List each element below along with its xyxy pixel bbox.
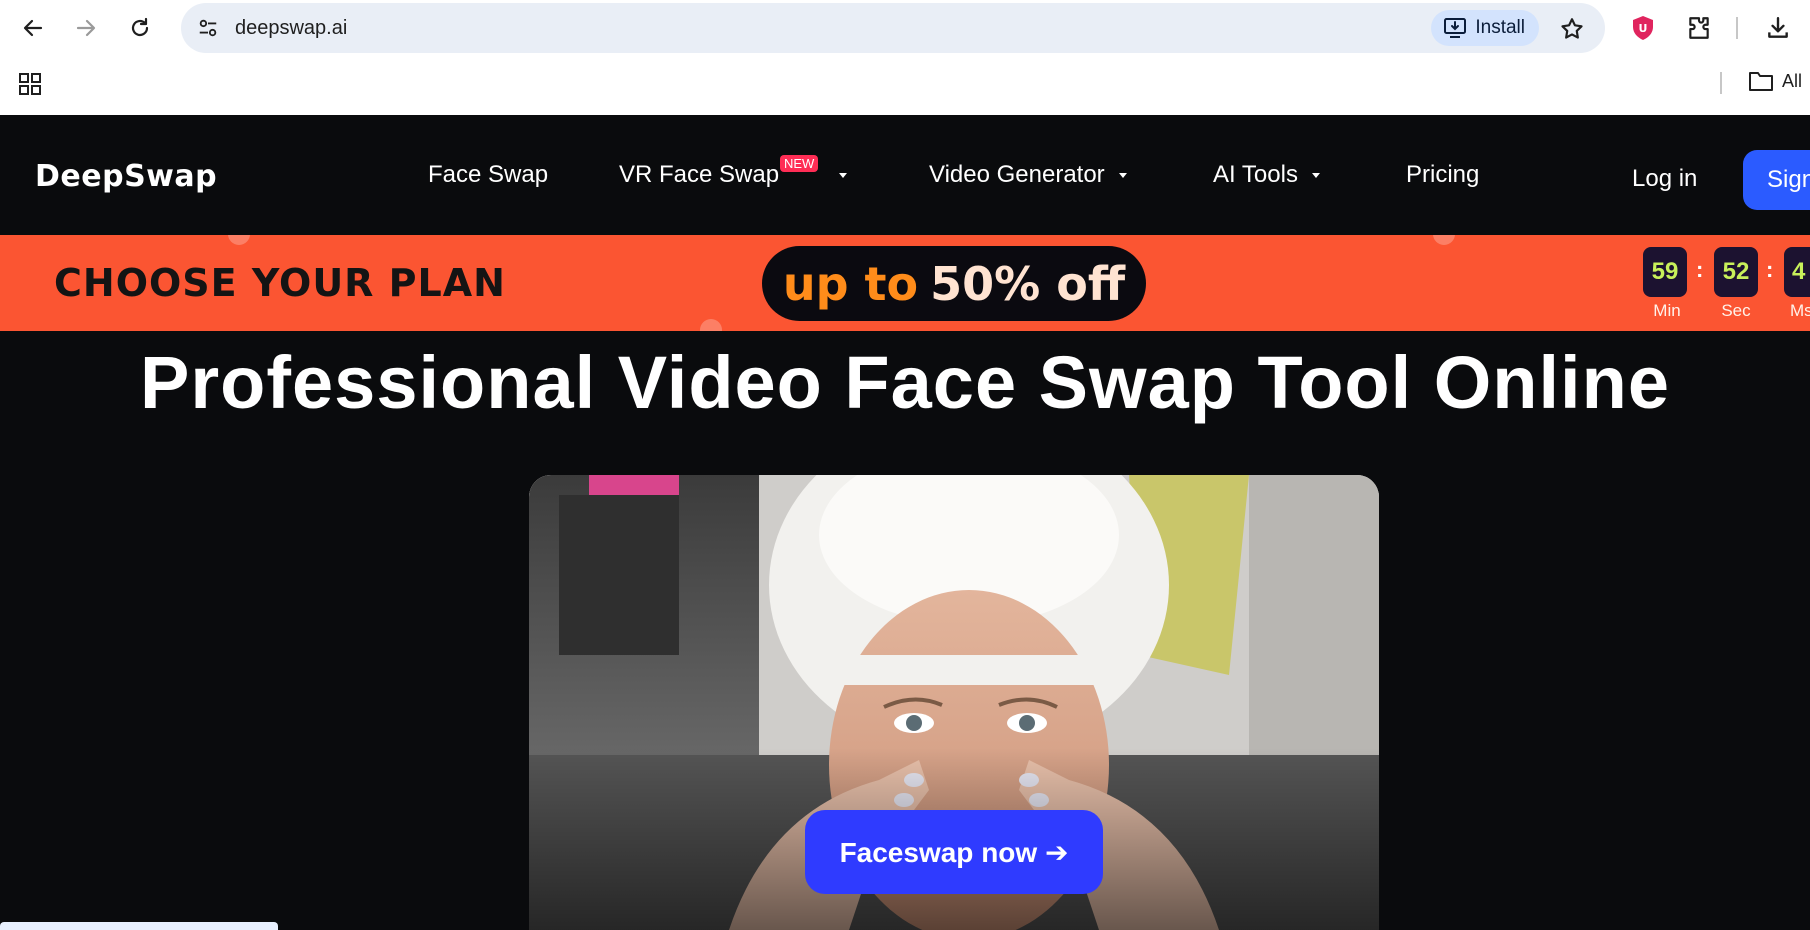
promo-discount: 50% off — [930, 256, 1126, 311]
site-info-button[interactable] — [195, 15, 221, 41]
nav-pricing[interactable]: Pricing — [1406, 161, 1479, 189]
extension-shield-icon[interactable]: U — [1627, 12, 1659, 44]
forward-button[interactable] — [68, 10, 104, 46]
url-text[interactable]: deepswap.ai — [235, 17, 347, 40]
nav-face-swap[interactable]: Face Swap — [428, 161, 548, 189]
faceswap-now-button[interactable]: Faceswap now ➔ — [805, 810, 1103, 894]
signup-button[interactable]: Sign — [1743, 150, 1810, 210]
back-button[interactable] — [15, 10, 51, 46]
nav-pricing-label: Pricing — [1406, 161, 1480, 188]
all-bookmarks-label: All — [1782, 70, 1803, 91]
countdown-separator: : — [1696, 257, 1704, 282]
decor-dot — [228, 235, 250, 245]
nav-ai-tools[interactable]: AI Tools — [1213, 161, 1320, 189]
downloads-icon[interactable] — [1762, 12, 1794, 44]
nav-face-swap-label: Face Swap — [428, 161, 549, 188]
promo-discount-pill: up to 50% off — [762, 246, 1146, 321]
install-desktop-icon — [1444, 18, 1467, 38]
chevron-down-icon — [1118, 172, 1127, 178]
bookmarks-divider — [1720, 72, 1722, 94]
countdown-seconds-label: Sec — [1721, 301, 1751, 320]
countdown-ms: 4 — [1784, 247, 1810, 297]
install-app-button[interactable]: Install — [1431, 10, 1539, 46]
chevron-down-icon — [1311, 172, 1320, 178]
browser-chrome: deepswap.ai Install U All — [0, 0, 1810, 115]
reload-icon — [131, 17, 149, 37]
svg-text:U: U — [1639, 22, 1648, 35]
tune-icon — [199, 19, 217, 37]
reload-button[interactable] — [122, 10, 158, 46]
decor-dot — [700, 319, 722, 331]
arrow-left-icon — [23, 19, 43, 37]
install-label: Install — [1475, 17, 1525, 38]
folder-icon — [1749, 72, 1773, 91]
address-bar[interactable]: deepswap.ai Install — [181, 3, 1605, 53]
promo-title: CHOOSE YOUR PLAN — [54, 261, 506, 305]
extensions-puzzle-icon[interactable] — [1683, 12, 1715, 44]
countdown-minutes-label: Min — [1653, 301, 1681, 320]
decor-dot — [1433, 235, 1455, 245]
apps-grid-icon[interactable] — [18, 72, 42, 96]
countdown-separator: : — [1766, 257, 1774, 282]
toolbar-divider — [1736, 17, 1738, 39]
arrow-right-icon — [76, 19, 96, 37]
nav-video-generator[interactable]: Video Generator — [929, 161, 1127, 189]
deepswap-logo[interactable]: DeepSwap — [35, 159, 217, 194]
nav-vr-face-swap-label: VR Face Swap — [619, 161, 780, 188]
promo-up-to: up to — [782, 256, 919, 311]
nav-video-generator-label: Video Generator — [929, 161, 1105, 188]
countdown-minutes: 59 — [1643, 247, 1687, 297]
countdown-seconds: 52 — [1714, 247, 1758, 297]
promo-banner[interactable]: CHOOSE YOUR PLAN up to 50% off 59 Min : … — [0, 235, 1810, 331]
site-header: DeepSwap Face Swap VR Face Swap NEW Vide… — [0, 115, 1810, 235]
chevron-down-icon — [839, 172, 848, 178]
bookmark-star-icon[interactable] — [1559, 16, 1585, 42]
all-bookmarks-button[interactable]: All — [1748, 70, 1802, 92]
login-link[interactable]: Log in — [1632, 165, 1697, 193]
bottom-floating-tab[interactable] — [0, 922, 278, 930]
nav-ai-tools-label: AI Tools — [1213, 161, 1298, 188]
hero-title: Professional Video Face Swap Tool Online — [140, 341, 1670, 424]
countdown-ms-label: Ms — [1790, 301, 1810, 320]
new-badge: NEW — [780, 155, 819, 172]
